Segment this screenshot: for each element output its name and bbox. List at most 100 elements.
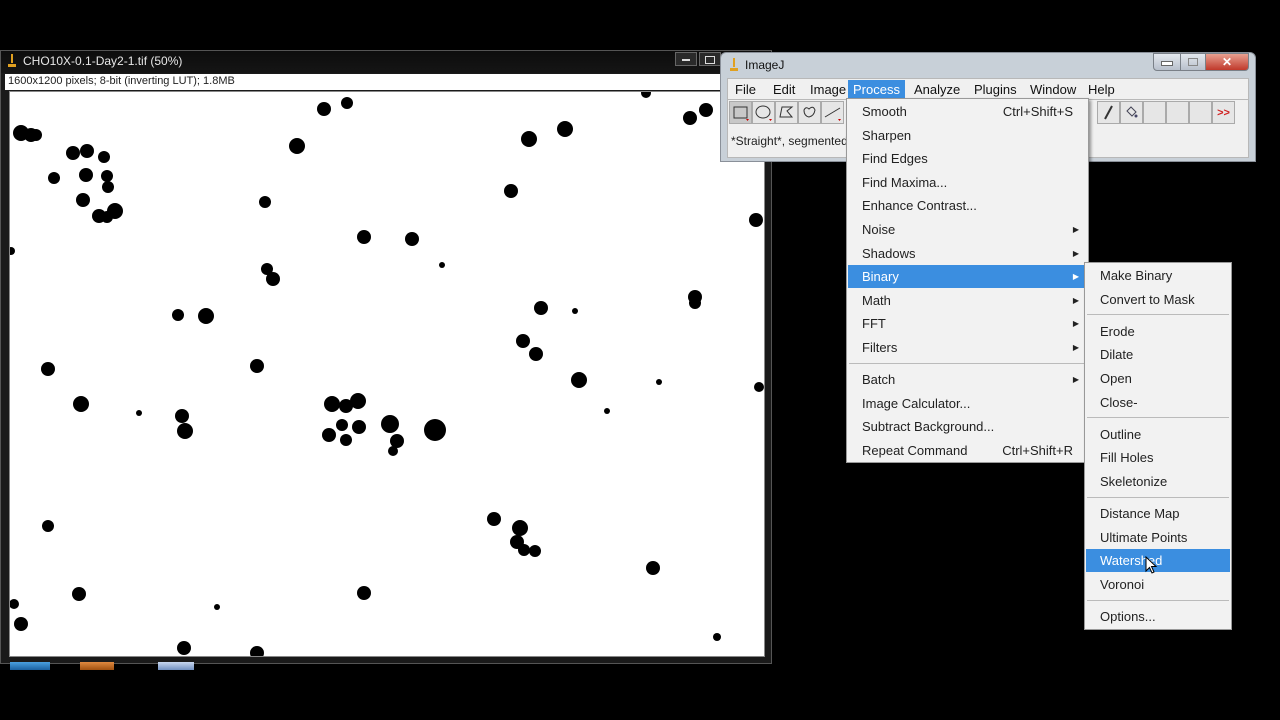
cell-blob [516,334,530,348]
cell-blob [340,434,352,446]
cell-blob [73,396,89,412]
menu-process[interactable]: Process [848,80,905,99]
cell-blob [571,372,587,388]
menu-analyze[interactable]: Analyze [909,80,965,99]
menu-item-voronoi[interactable]: Voronoi [1086,573,1230,596]
cell-blob [324,396,340,412]
cell-blob [534,301,548,315]
cell-blob [512,520,528,536]
menu-window[interactable]: Window [1025,80,1081,99]
menu-file[interactable]: File [730,80,761,99]
menu-item-label: Batch [862,372,896,388]
cell-blob [646,561,660,575]
cell-blob [322,428,336,442]
line-icon [824,107,841,121]
menu-item-image-calculator[interactable]: Image Calculator... [848,392,1087,415]
menu-item-find-maxima[interactable]: Find Maxima... [848,171,1087,194]
process-menu: Smooth Ctrl+Shift+S Sharpen Find Edges Find … [846,98,1089,463]
menu-item-convert-to-mask[interactable]: Convert to Mask [1086,288,1230,311]
freehand-icon [803,106,816,118]
close-button[interactable]: ✕ [1205,53,1249,71]
cell-blob [656,379,662,385]
submenu-arrow-icon: ▶ [1072,375,1079,385]
oval-tool[interactable] [752,101,775,124]
close-icon: ✕ [1221,55,1233,69]
menu-item-label: Skeletonize [1100,473,1168,489]
menu-item-sharpen[interactable]: Sharpen [848,124,1087,147]
menu-item-math[interactable]: Math ▶ [848,289,1087,312]
oval-icon [755,105,772,121]
menu-item-close[interactable]: Close- [1086,391,1230,414]
menu-edit[interactable]: Edit [768,80,800,99]
menu-item-filters[interactable]: Filters ▶ [848,336,1087,359]
menu-image[interactable]: Image [805,80,851,99]
minimize-button[interactable] [1153,53,1181,71]
cell-blob [250,646,264,656]
menu-item-open[interactable]: Open [1086,367,1230,390]
menu-item-distance-map[interactable]: Distance Map [1086,502,1230,525]
line-tool[interactable] [821,101,844,124]
menu-item-enhance-contrast[interactable]: Enhance Contrast... [848,194,1087,217]
menu-item-dilate[interactable]: Dilate [1086,343,1230,366]
imagej-titlebar[interactable]: ImageJ ✕ [721,53,1255,77]
cell-blob [76,193,90,207]
menu-item-label: Sharpen [862,127,912,143]
more-tools-button[interactable]: >> [1212,101,1235,124]
menu-item-batch[interactable]: Batch ▶ [848,368,1087,391]
polygon-tool[interactable] [775,101,798,124]
cell-blob [381,415,399,433]
menu-item-outline[interactable]: Outline [1086,423,1230,446]
empty-tool-slot[interactable] [1189,101,1212,124]
menu-item-fft[interactable]: FFT ▶ [848,312,1087,335]
menu-item-fill-holes[interactable]: Fill Holes [1086,446,1230,469]
minimize-icon [682,59,690,61]
menu-item-make-binary[interactable]: Make Binary [1086,264,1230,287]
minimize-button[interactable] [675,52,697,66]
cell-blob [350,393,366,409]
menu-item-label: Options... [1100,608,1156,624]
menu-item-find-edges[interactable]: Find Edges [848,147,1087,170]
menu-item-subtract-background[interactable]: Subtract Background... [848,415,1087,438]
taskbar-app-button[interactable] [80,662,114,670]
image-window-titlebar[interactable]: CHO10X-0.1-Day2-1.tif (50%) [1,51,771,73]
cell-blob [214,604,220,610]
menu-plugins[interactable]: Plugins [969,80,1022,99]
menu-shortcut: Ctrl+Shift+R [1002,442,1073,458]
maximize-button[interactable] [1180,53,1206,71]
empty-tool-slot[interactable] [1143,101,1166,124]
menu-item-options[interactable]: Options... [1086,605,1230,628]
image-canvas[interactable] [9,91,765,657]
taskbar-app-button[interactable] [158,662,194,670]
menu-item-smooth[interactable]: Smooth Ctrl+Shift+S [848,100,1087,123]
menu-item-label: Shadows [862,245,916,261]
menu-item-shadows[interactable]: Shadows ▶ [848,242,1087,265]
menu-item-ultimate-points[interactable]: Ultimate Points [1086,526,1230,549]
menu-item-label: Image Calculator... [862,395,971,411]
rectangle-tool[interactable] [729,101,752,124]
menu-item-binary[interactable]: Binary ▶ [848,265,1087,289]
empty-tool-slot[interactable] [1166,101,1189,124]
menu-item-label: Enhance Contrast... [862,198,977,214]
menu-item-repeat-command[interactable]: Repeat Command Ctrl+Shift+R [848,439,1087,462]
menu-help[interactable]: Help [1083,80,1120,99]
menu-item-label: Subtract Background... [862,419,995,435]
taskbar-start-button[interactable] [10,662,50,670]
menu-item-noise[interactable]: Noise ▶ [848,218,1087,241]
flood-fill-tool[interactable] [1120,101,1143,124]
menu-item-skeletonize[interactable]: Skeletonize [1086,470,1230,493]
brush-tool[interactable] [1097,101,1120,124]
cell-blob [98,151,110,163]
menu-item-label: FFT [862,316,886,332]
cell-blob [10,599,19,609]
cell-blob [749,213,763,227]
menu-item-label: Find Edges [862,151,928,167]
menu-item-erode[interactable]: Erode [1086,320,1230,343]
cell-blob [604,408,610,414]
menu-item-label: Smooth [862,104,907,119]
maximize-button[interactable] [699,52,721,66]
freehand-tool[interactable] [798,101,821,124]
maximize-icon [705,56,715,64]
cell-blob [357,230,371,244]
cell-blob [30,129,42,141]
image-window-title: CHO10X-0.1-Day2-1.tif (50%) [23,54,183,68]
